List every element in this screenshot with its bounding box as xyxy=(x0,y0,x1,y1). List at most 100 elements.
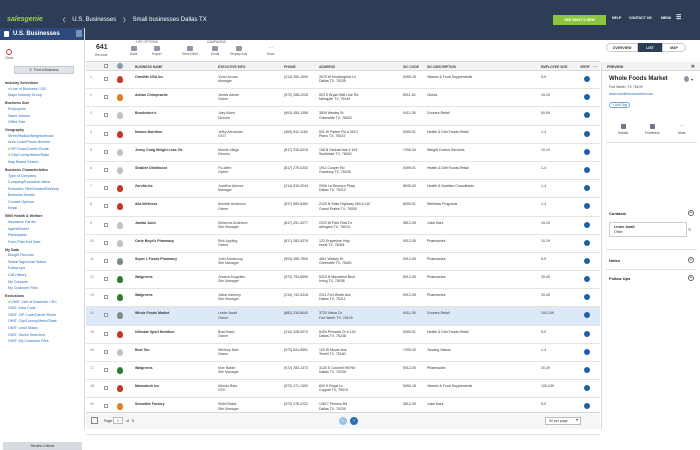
row-checkbox[interactable] xyxy=(104,258,108,263)
display-ads-button[interactable]: Display Ads xyxy=(230,46,247,56)
business-name[interactable]: Jamba Juice xyxy=(135,221,156,225)
export-button[interactable]: Export xyxy=(152,46,162,56)
business-name[interactable]: Mannatech Inc xyxy=(135,384,159,388)
business-name[interactable]: Smoothie Factory xyxy=(135,402,165,406)
criteria-link[interactable]: Type of Company xyxy=(5,173,83,180)
table-row[interactable]: 14 Whole Foods Market Lester Awalt Owner (68… xyxy=(86,307,600,326)
criteria-link[interactable]: ✔City/County/Metro/State xyxy=(5,152,83,159)
column-verified[interactable]: VERIF xyxy=(580,65,590,69)
criteria-link[interactable]: Sales Volume xyxy=(5,113,83,120)
criteria-link[interactable]: ✔Line of Business / SIC xyxy=(5,86,83,93)
table-row[interactable]: 12 Walgreens Jessica Arugelles Site Manager… xyxy=(86,271,600,290)
row-checkbox[interactable] xyxy=(104,131,108,136)
row-checkbox[interactable] xyxy=(104,313,108,318)
tab-list[interactable]: LIST xyxy=(638,43,662,52)
table-row[interactable]: 13 Walgreens Jaime Ashbury Site Manager (214… xyxy=(86,289,600,308)
criteria-link[interactable]: Contact Options xyxy=(5,199,83,206)
row-checkbox[interactable] xyxy=(104,240,108,245)
details-button[interactable]: Details xyxy=(618,124,628,135)
column-executive-info[interactable]: EXECUTIVE INFO xyxy=(218,65,245,69)
page-input[interactable]: 1 xyxy=(113,417,123,424)
criteria-link[interactable]: Email xyxy=(5,205,83,212)
criteria-link[interactable]: OMIT: ZIP Code/Carrier Route xyxy=(5,312,83,319)
row-checkbox[interactable] xyxy=(104,331,108,336)
criteria-link[interactable]: ✔ZIP Code/Carrier Route xyxy=(5,146,83,153)
contact-card[interactable]: Lester Awalt Other xyxy=(609,222,687,237)
row-checkbox[interactable] xyxy=(104,295,108,300)
criteria-link[interactable]: Agent/Broker xyxy=(5,226,83,233)
app-logo[interactable]: salesgenie xyxy=(7,16,43,23)
criteria-link[interactable]: Executive Title/Gender/Ethnicity xyxy=(5,186,83,193)
criteria-link[interactable]: Company/Executive Name xyxy=(5,179,83,186)
row-checkbox[interactable] xyxy=(104,368,108,372)
business-name[interactable]: Aka Wellness xyxy=(135,202,158,206)
criteria-link[interactable]: Insurance Carrier xyxy=(5,219,83,226)
column-menu-icon[interactable]: ⋯ xyxy=(593,64,597,69)
table-row[interactable]: 4 Nowon Nutrition Jeffry Alexander CEO (469)… xyxy=(86,126,600,144)
column-address[interactable]: ADDRESS xyxy=(319,65,335,69)
criteria-link[interactable]: My Contacts xyxy=(5,279,83,286)
table-row[interactable]: 17 Walgreens Moe Baksh Site Manager (972) 28… xyxy=(86,362,600,381)
collapse-sidebar-icon[interactable] xyxy=(76,30,82,37)
direct-mail-button[interactable]: Direct Mail xyxy=(182,46,198,56)
row-checkbox[interactable] xyxy=(104,222,108,227)
chevron-down-icon[interactable]: ▾ xyxy=(691,77,693,82)
row-checkbox[interactable] xyxy=(104,167,108,172)
criteria-link[interactable]: My Customer Files xyxy=(5,285,83,292)
business-name[interactable]: Whole Foods Market xyxy=(135,311,169,315)
row-checkbox[interactable] xyxy=(104,149,108,154)
save-button[interactable]: Save xyxy=(130,46,138,56)
table-row[interactable]: 3 Brookshire's Joey Aiken Director (903) 455… xyxy=(86,107,600,126)
business-name[interactable]: Ultimate Sport Nutrition xyxy=(135,330,174,334)
criteria-link[interactable]: Follow ups xyxy=(5,265,83,272)
column-phone[interactable]: PHONE xyxy=(284,65,296,69)
column-employee-size[interactable]: EMPLOYEE SIZE xyxy=(541,65,568,69)
clear-button[interactable]: Clear xyxy=(5,49,13,60)
tab-map[interactable]: MAP xyxy=(662,43,686,52)
find-business-button[interactable]: ⚲ Find a Business xyxy=(14,66,74,74)
table-row[interactable]: 16 Best Tan Whitney Bain Owner (972) 524-555… xyxy=(86,344,600,362)
criteria-link[interactable]: Business Details xyxy=(5,192,83,199)
feedback-button[interactable]: Feedback xyxy=(645,124,659,135)
business-name[interactable]: Omnilife USA Inc xyxy=(135,75,163,79)
table-row[interactable]: 7 Zurvita Inc Josefina Alverez Manager (214)… xyxy=(86,180,600,199)
table-row[interactable]: 9 Jamba Juice Rebecca Anderson Site Manager… xyxy=(86,217,600,235)
review-criteria-button[interactable]: Review Criteria xyxy=(3,442,82,450)
chevron-left-icon[interactable]: ❮ xyxy=(62,17,66,23)
criteria-link[interactable]: Map Based Search xyxy=(5,159,83,166)
menu-button[interactable]: MENU xyxy=(661,16,671,20)
breadcrumb-section[interactable]: U.S. Businesses xyxy=(72,17,116,23)
whats-new-button[interactable]: SEE WHAT'S NEW xyxy=(553,15,606,25)
criteria-link[interactable]: Major Industry Group xyxy=(5,92,83,99)
criteria-link[interactable]: Employees xyxy=(5,106,83,113)
criteria-link[interactable]: Notes/Tags/Lead Status xyxy=(5,259,83,266)
help-link[interactable]: HELP xyxy=(612,16,621,20)
row-checkbox[interactable] xyxy=(104,113,108,118)
row-checkbox[interactable] xyxy=(104,186,108,191)
criteria-link[interactable]: Participants xyxy=(5,232,83,239)
table-row[interactable]: 10 Carie Boyd's Pharmacy Rick Appling Owner… xyxy=(86,235,600,253)
criteria-link[interactable]: Form Plan End Date xyxy=(5,239,83,246)
close-icon[interactable]: ✕ xyxy=(691,64,695,70)
add-note-icon[interactable]: + xyxy=(688,257,694,263)
business-name[interactable]: Adrian Chiropractic xyxy=(135,93,168,97)
column-sic-code[interactable]: SIC CODE xyxy=(403,65,419,69)
business-name[interactable]: Walgreens xyxy=(135,293,153,297)
more-button[interactable]: ⋯ More xyxy=(267,46,275,57)
preview-website-link[interactable]: www.wholefoodsmarket.com xyxy=(609,92,653,96)
criteria-link[interactable]: Area Code/Phone Number xyxy=(5,139,83,146)
prev-page-button[interactable]: ‹ xyxy=(339,417,347,425)
criteria-link[interactable]: OMIT: Lead Status xyxy=(5,325,83,332)
edit-contact-icon[interactable]: ✎ xyxy=(688,227,691,232)
criteria-link[interactable]: Street/Radius/Neighborhood xyxy=(5,133,83,140)
row-checkbox[interactable] xyxy=(104,204,108,209)
criteria-link[interactable]: ✔OMIT: Line of Business / SIC xyxy=(5,299,83,306)
criteria-link[interactable]: OMIT: City/County/Metro/State xyxy=(5,318,83,325)
criteria-link[interactable]: Office Size xyxy=(5,119,83,126)
row-checkbox[interactable] xyxy=(104,277,108,282)
table-row[interactable]: 1 Omnilife USA Inc Victor Acuna Manager (214… xyxy=(86,71,600,90)
column-sic-description[interactable]: SIC DESCRIPTION xyxy=(427,65,456,69)
add-follow-up-icon[interactable]: + xyxy=(688,275,694,281)
business-name[interactable]: Zurvita Inc xyxy=(135,184,153,188)
preview-more-button[interactable]: ⋯ More xyxy=(678,124,686,136)
